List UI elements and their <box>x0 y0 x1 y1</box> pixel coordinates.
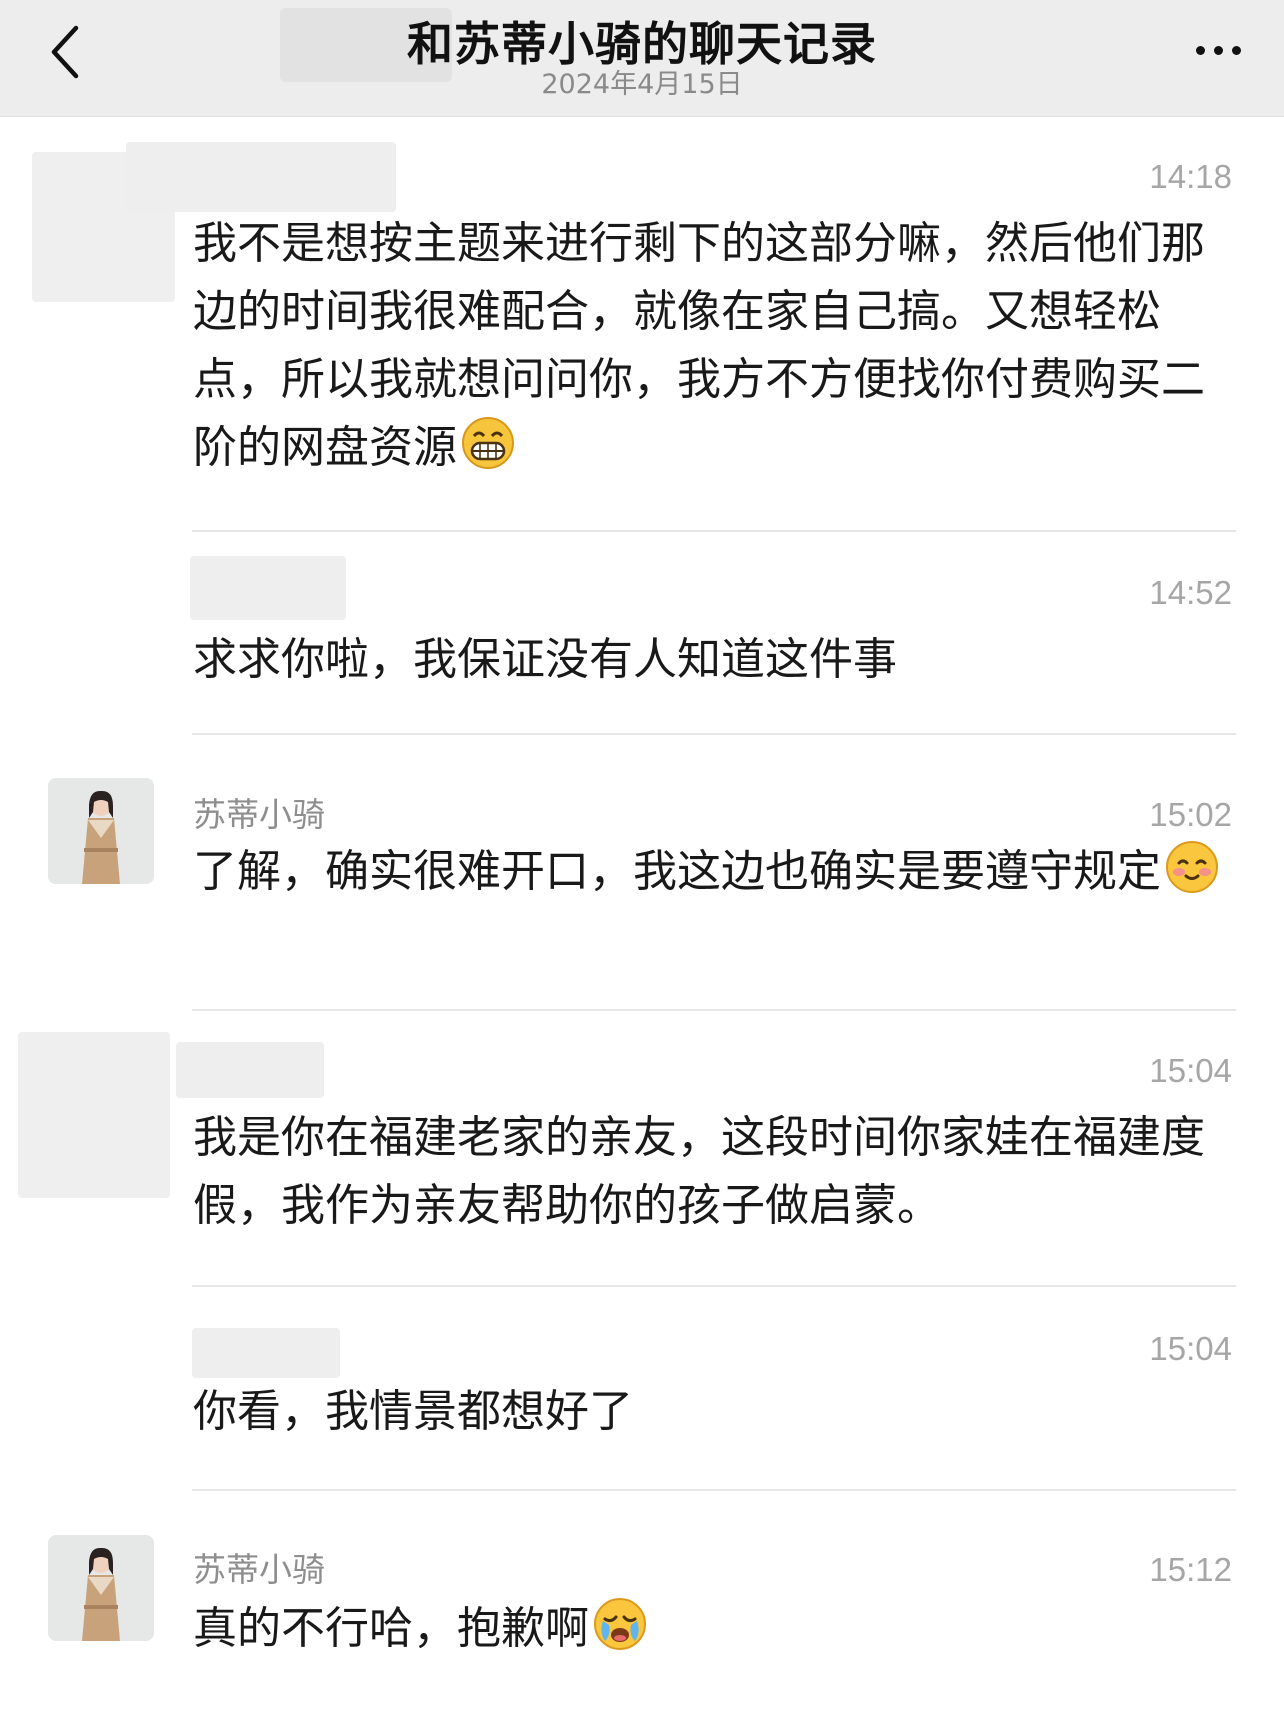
message-text: 我不是想按主题来进行剩下的这部分嘛，然后他们那边的时间我很难配合，就像在家自己搞… <box>193 218 1205 473</box>
avatar-image <box>48 1535 154 1641</box>
avatar[interactable] <box>48 778 154 884</box>
message-text: 真的不行哈，抱歉啊 <box>193 1595 1223 1663</box>
sender-name: 苏蒂小骑 <box>193 795 325 834</box>
message-divider <box>192 733 1236 735</box>
message-divider <box>192 530 1236 532</box>
blurred-sender-name <box>176 1042 324 1098</box>
avatar[interactable] <box>48 1535 154 1641</box>
message-time: 15:04 <box>1149 1052 1232 1089</box>
message-text: 你看，我情景都想好了 <box>193 1386 633 1437</box>
more-options-button[interactable] <box>1180 30 1256 70</box>
message-time: 15:12 <box>1149 1551 1232 1588</box>
blurred-sender-name <box>126 142 396 212</box>
top-bar: 和苏蒂小骑的聊天记录 2024年4月15日 <box>0 0 1284 117</box>
blurred-sender-name <box>190 556 346 620</box>
smiling-face-emoji-icon <box>1165 840 1219 894</box>
message-time: 15:02 <box>1149 796 1232 833</box>
message-divider <box>192 1009 1236 1011</box>
page-date: 2024年4月15日 <box>541 69 743 100</box>
message-item[interactable]: 15:04 你看，我情景都想好了 <box>0 1310 1284 1480</box>
message-item[interactable]: 14:52 求求你啦，我保证没有人知道这件事 <box>0 556 1284 726</box>
blurred-avatar <box>18 1032 170 1198</box>
blurred-sender-name <box>192 1328 340 1378</box>
message-item[interactable]: 15:04 我是你在福建老家的亲友，这段时间你家娃在福建度假，我作为亲友帮助你的… <box>0 1032 1284 1262</box>
message-text: 了解，确实很难开口，我这边也确实是要遵守规定 <box>193 838 1223 906</box>
message-time: 15:04 <box>1149 1330 1232 1367</box>
sender-name: 苏蒂小骑 <box>193 1550 325 1589</box>
message-time: 14:18 <box>1149 158 1232 195</box>
message-item[interactable]: 14:18 我不是想按主题来进行剩下的这部分嘛，然后他们那边的时间我很难配合，就… <box>0 140 1284 540</box>
message-time: 14:52 <box>1149 574 1232 611</box>
crying-face-emoji-icon <box>593 1597 647 1651</box>
avatar-image <box>48 778 154 884</box>
chat-history-page: 和苏蒂小骑的聊天记录 2024年4月15日 14:18 我不是想按主题来进行剩下… <box>0 0 1284 1718</box>
message-item[interactable]: 苏蒂小骑 15:12 真的不行哈，抱歉啊 <box>0 1535 1284 1715</box>
message-text: 求求你啦，我保证没有人知道这件事 <box>193 634 897 685</box>
message-text: 我是你在福建老家的亲友，这段时间你家娃在福建度假，我作为亲友帮助你的孩子做启蒙。 <box>193 1112 1205 1231</box>
message-divider <box>192 1489 1236 1491</box>
grinning-face-emoji-icon <box>461 416 515 470</box>
message-item[interactable]: 苏蒂小骑 15:02 了解，确实很难开口，我这边也确实是要遵守规定 <box>0 778 1284 1008</box>
more-dots-icon <box>1195 45 1205 55</box>
message-divider <box>192 1285 1236 1287</box>
